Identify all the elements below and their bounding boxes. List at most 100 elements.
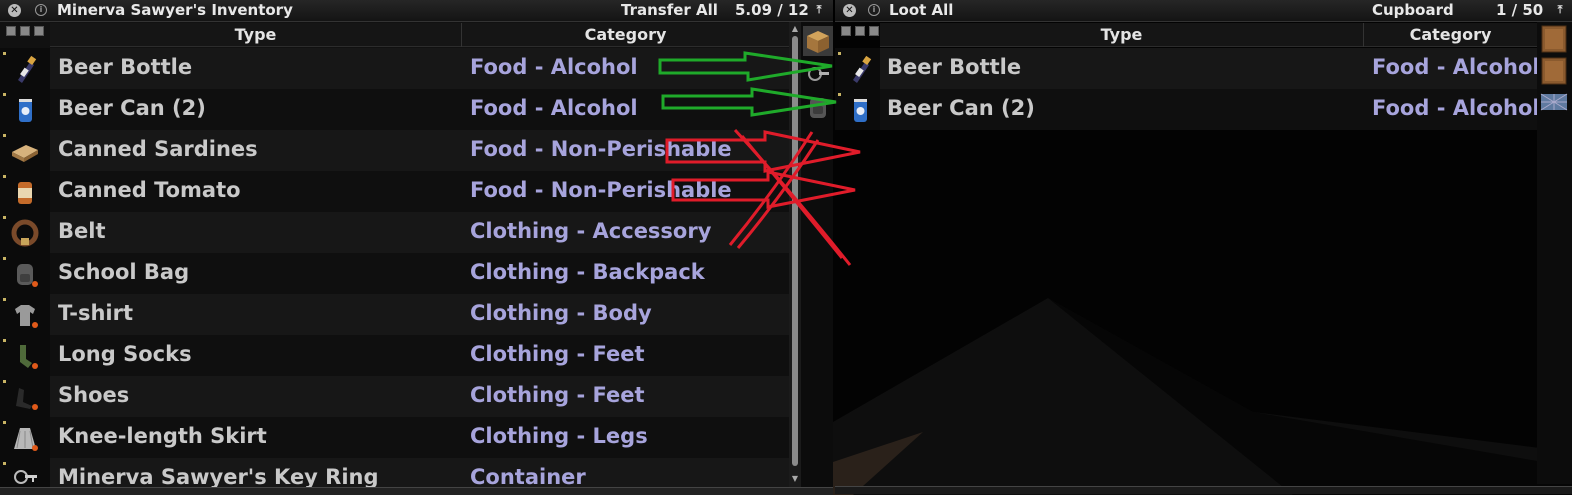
category-column-header[interactable]: Category <box>1364 23 1537 47</box>
pin-icon[interactable]: ⤒ <box>813 3 825 17</box>
close-icon[interactable]: ✕ <box>8 4 21 17</box>
type-column-header[interactable]: Type <box>880 23 1363 47</box>
item-name: Knee-length Skirt <box>58 424 267 448</box>
belt-icon <box>11 219 39 247</box>
expand-marker <box>3 257 6 260</box>
key-ring-container-icon[interactable] <box>803 60 833 90</box>
expand-marker <box>838 93 841 96</box>
item-row[interactable]: Beer Bottle Food - Alcohol <box>0 48 789 89</box>
inventory-weight: 5.09 / 12 <box>735 1 809 19</box>
item-category: Food - Alcohol <box>470 55 638 79</box>
item-row[interactable]: Knee-length Skirt Clothing - Legs <box>0 417 789 458</box>
scroll-up-icon[interactable]: ▲ <box>791 24 799 34</box>
item-icon-cell[interactable] <box>0 89 50 130</box>
item-name: Canned Sardines <box>58 137 258 161</box>
loot-all-button[interactable]: Loot All <box>889 1 953 19</box>
item-category: Food - Alcohol <box>1372 55 1540 79</box>
cupboard-icon[interactable] <box>1539 24 1569 54</box>
expand-marker <box>3 339 6 342</box>
item-category: Food - Non-Perishable <box>470 137 732 161</box>
item-icon-cell[interactable] <box>0 48 50 89</box>
item-row[interactable]: Long Socks Clothing - Feet <box>0 335 789 376</box>
item-icon-cell[interactable] <box>0 376 50 417</box>
item-icon-cell[interactable] <box>0 171 50 212</box>
tshirt-icon <box>15 305 38 328</box>
item-name: School Bag <box>58 260 190 284</box>
floor-icon[interactable] <box>1539 88 1569 118</box>
item-icon-cell[interactable] <box>0 212 50 253</box>
item-category: Food - Non-Perishable <box>470 178 732 202</box>
inventory-column-header: Type Category <box>50 23 789 47</box>
item-category: Clothing - Accessory <box>470 219 712 243</box>
cupboard-icon[interactable] <box>1539 56 1569 86</box>
expand-marker <box>838 52 841 55</box>
item-row[interactable]: School Bag Clothing - Backpack <box>0 253 789 294</box>
container-item-list: Beer Bottle Food - Alcohol Beer Can (2) Foo… <box>835 48 1540 130</box>
info-icon[interactable]: i <box>35 4 47 16</box>
item-category: Clothing - Feet <box>470 342 645 366</box>
category-column-header[interactable]: Category <box>462 23 789 47</box>
item-row[interactable]: Belt Clothing - Accessory <box>0 212 789 253</box>
canned-tomato-icon <box>18 182 32 204</box>
player-container-selector <box>801 22 833 495</box>
filter-icon[interactable] <box>869 26 879 36</box>
item-icon-cell[interactable] <box>0 417 50 458</box>
container-bottom-bar <box>835 486 1572 494</box>
expand-marker <box>3 93 6 96</box>
main-inventory-box-icon[interactable] <box>803 26 833 56</box>
container-titlebar[interactable]: ✕ i Loot All Cupboard 1 / 50 ⤒ <box>835 0 1572 22</box>
player-inventory-titlebar[interactable]: ✕ i Minerva Sawyer's Inventory Transfer … <box>0 0 833 22</box>
item-icon-cell[interactable] <box>835 89 880 130</box>
item-icon-cell[interactable] <box>0 335 50 376</box>
loot-container-selector <box>1537 22 1572 484</box>
info-icon[interactable]: i <box>868 4 880 16</box>
item-name: Long Socks <box>58 342 192 366</box>
item-name: Beer Bottle <box>887 55 1022 79</box>
item-name: Belt <box>58 219 106 243</box>
inventory-scrollbar[interactable]: ▲ ▼ <box>789 22 801 487</box>
item-row[interactable]: Beer Bottle Food - Alcohol <box>835 48 1540 89</box>
item-row[interactable]: Canned Tomato Food - Non-Perishable <box>0 171 789 212</box>
item-row[interactable]: Canned Sardines Food - Non-Perishable <box>0 130 789 171</box>
close-icon[interactable]: ✕ <box>843 4 856 17</box>
item-row[interactable]: Beer Can (2) Food - Alcohol <box>0 89 789 130</box>
school-bag-container-icon[interactable] <box>803 92 833 122</box>
container-panel: ✕ i Loot All Cupboard 1 / 50 ⤒ Type Cate… <box>835 0 1572 495</box>
pin-icon[interactable]: ⤒ <box>1554 3 1566 17</box>
type-column-header[interactable]: Type <box>50 23 461 47</box>
scrollbar-thumb[interactable] <box>792 36 798 466</box>
item-icon-cell[interactable] <box>0 253 50 294</box>
item-icon-cell[interactable] <box>0 294 50 335</box>
container-weight: 1 / 50 <box>1496 1 1544 19</box>
socks-icon <box>20 345 38 369</box>
expand-marker <box>3 380 6 383</box>
collapse-icon[interactable] <box>6 26 16 36</box>
skirt-icon <box>14 428 38 451</box>
expand-marker <box>3 52 6 55</box>
item-icon-cell[interactable] <box>0 130 50 171</box>
item-row[interactable]: Beer Can (2) Food - Alcohol <box>835 89 1540 130</box>
canned-sardines-icon <box>12 145 38 162</box>
collapse-icon[interactable] <box>841 26 851 36</box>
item-category: Clothing - Body <box>470 301 652 325</box>
container-name: Cupboard <box>1372 1 1454 19</box>
item-name: Minerva Sawyer's Key Ring <box>58 465 379 489</box>
item-name: Beer Can (2) <box>58 96 206 120</box>
beer-can-icon <box>854 99 867 122</box>
container-column-header: Type Category <box>880 23 1537 47</box>
item-row[interactable]: Shoes Clothing - Feet <box>0 376 789 417</box>
expand-icon[interactable] <box>855 26 865 36</box>
filter-icon[interactable] <box>34 26 44 36</box>
inventory-item-list: Beer Bottle Food - Alcohol Beer Can (2) Foo… <box>0 48 789 495</box>
scroll-down-icon[interactable]: ▼ <box>791 474 799 484</box>
item-name: Shoes <box>58 383 130 407</box>
item-name: Beer Can (2) <box>887 96 1035 120</box>
expand-marker <box>3 134 6 137</box>
player-inventory-panel: ✕ i Minerva Sawyer's Inventory Transfer … <box>0 0 833 495</box>
item-row[interactable]: T-shirt Clothing - Body <box>0 294 789 335</box>
transfer-all-button[interactable]: Transfer All <box>621 1 718 19</box>
expand-icon[interactable] <box>20 26 30 36</box>
item-icon-cell[interactable] <box>835 48 880 89</box>
beer-can-icon <box>19 99 32 122</box>
item-category: Clothing - Backpack <box>470 260 705 284</box>
